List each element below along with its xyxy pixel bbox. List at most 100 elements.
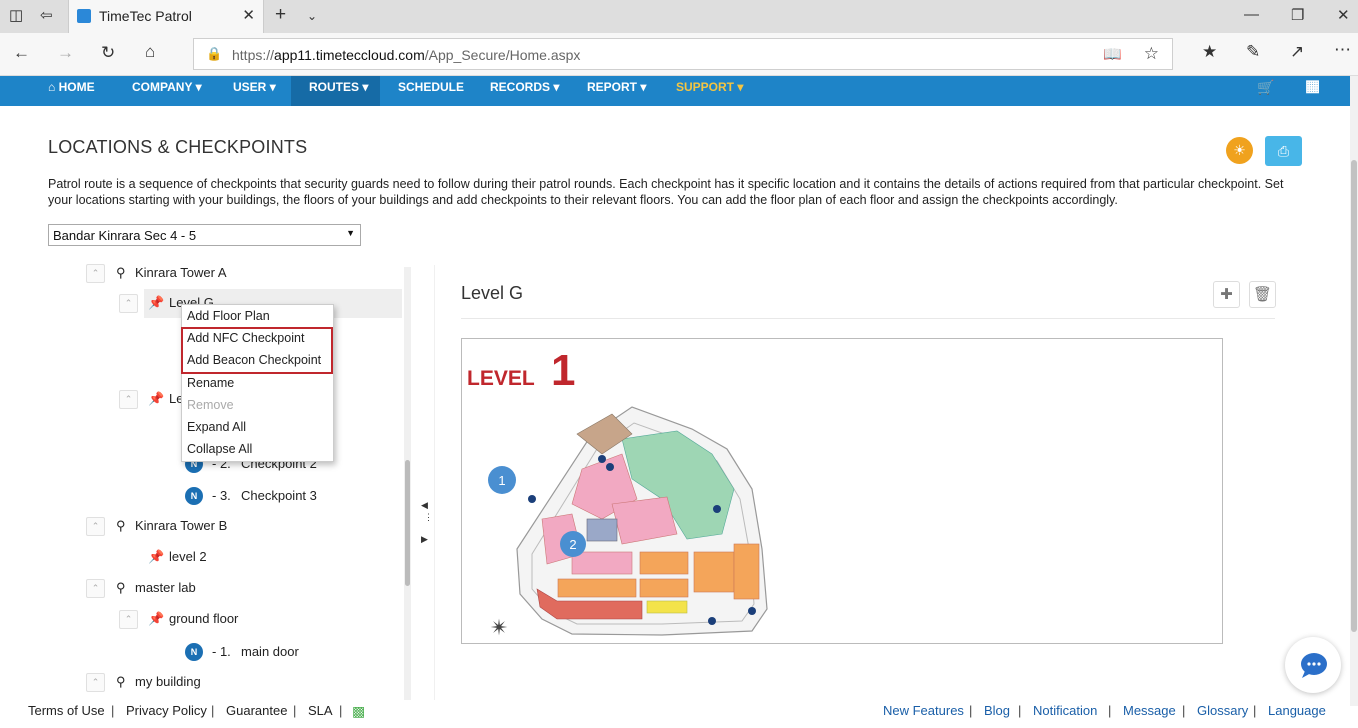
footer-link-notification[interactable]: Notification — [1033, 703, 1097, 718]
footer-separator: | — [293, 703, 297, 718]
map-pin-icon: ⚲ — [116, 518, 126, 533]
zone-orange — [557, 578, 637, 598]
pushpin-icon: 📌 — [148, 549, 165, 564]
page-scrollbar-thumb[interactable] — [1351, 160, 1357, 632]
pushpin-icon: 📌 — [148, 611, 165, 626]
tree-scrollbar[interactable] — [404, 267, 411, 703]
compass-icon: ✴ — [490, 615, 508, 640]
pen-icon[interactable]: ✎ — [1246, 42, 1260, 62]
url-host: app11.timeteccloud.com — [274, 47, 425, 63]
reading-view-icon[interactable]: 📖 — [1103, 45, 1122, 63]
restore-icon[interactable]: ❐ — [1291, 6, 1304, 24]
floor-plan-drawing: LEVEL 1 ✴ 1 2 — [467, 346, 768, 640]
address-toolbar: ← → ↻ ⌂ 🔒 https://app11.timeteccloud.com… — [0, 33, 1358, 76]
collapse-toggle-icon[interactable]: ⌃ — [119, 610, 138, 629]
page-scrollbar[interactable] — [1350, 76, 1358, 706]
delete-button[interactable]: 🗑 — [1249, 281, 1276, 308]
floor-label: LEVEL — [467, 367, 535, 390]
set-aside-tabs-icon[interactable]: ⇦ — [40, 6, 53, 24]
nav-routes[interactable]: ROUTES ▾ — [291, 76, 380, 106]
browser-tab[interactable]: TimeTec Patrol ✕ — [68, 0, 264, 33]
expand-right-icon[interactable]: ▶ — [421, 534, 428, 545]
location-select[interactable]: Bandar Kinrara Sec 4 - 5 ▼ — [48, 224, 361, 246]
zone-blue — [586, 518, 618, 542]
apps-grid-icon[interactable]: ▦ — [1305, 76, 1320, 106]
footer-link-terms[interactable]: Terms of Use — [28, 703, 105, 718]
footer-link-glossary[interactable]: Glossary — [1197, 703, 1248, 718]
drag-handle-icon[interactable]: ⋮ — [424, 513, 433, 522]
home-icon[interactable]: ⌂ — [145, 42, 155, 62]
annotation-highlight-box — [181, 327, 333, 374]
collapse-left-icon[interactable]: ◀ — [421, 500, 428, 511]
close-tab-icon[interactable]: ✕ — [242, 6, 255, 24]
nav-home[interactable]: ⌂ HOME — [48, 76, 95, 106]
footer-separator: | — [969, 703, 973, 718]
footer-separator: | — [1108, 703, 1112, 718]
chat-button[interactable] — [1285, 637, 1341, 693]
footer-link-language[interactable]: Language — [1268, 703, 1326, 718]
caret-down-icon: ▾ — [269, 80, 276, 94]
tips-lightbulb-icon[interactable]: ☀ — [1226, 137, 1253, 164]
forward-icon[interactable]: → — [57, 43, 74, 63]
menu-expand-all[interactable]: Expand All — [187, 417, 246, 437]
caret-down-icon: ▾ — [640, 80, 647, 94]
tree-scrollbar-thumb[interactable] — [405, 460, 410, 586]
caret-down-icon: ▾ — [195, 80, 202, 94]
plus-icon: ✚ — [1220, 286, 1233, 303]
collapse-toggle-icon[interactable]: ⌃ — [119, 294, 138, 313]
tab-list-chevron-icon[interactable]: ⌄ — [307, 9, 317, 23]
floor-number: 1 — [551, 346, 575, 395]
floor-plan-image[interactable]: LEVEL 1 ✴ 1 2 — [461, 338, 1223, 644]
favorite-star-icon[interactable]: ☆ — [1144, 44, 1159, 64]
page-description: Patrol route is a sequence of checkpoint… — [48, 177, 1284, 207]
refresh-icon[interactable]: ↻ — [101, 43, 115, 63]
location-select-value: Bandar Kinrara Sec 4 - 5 — [53, 228, 197, 243]
footer-link-sla[interactable]: SLA — [308, 703, 333, 718]
minimize-icon[interactable]: — — [1244, 6, 1259, 23]
collapse-toggle-icon[interactable]: ⌃ — [119, 390, 138, 409]
panel-splitter[interactable]: ◀ ⋮ ▶ — [421, 500, 433, 550]
collapse-toggle-icon[interactable]: ⌃ — [86, 264, 105, 283]
favorites-hub-icon[interactable]: ★ — [1202, 42, 1217, 62]
map-pin-icon: ⚲ — [116, 674, 126, 689]
nav-records[interactable]: RECORDS ▾ — [490, 76, 559, 106]
menu-add-floor-plan[interactable]: Add Floor Plan — [187, 306, 270, 326]
collapse-toggle-icon[interactable]: ⌃ — [86, 673, 105, 692]
print-button[interactable]: ⎙ — [1265, 136, 1302, 166]
android-icon[interactable]: ▩ — [352, 703, 365, 720]
caret-down-icon: ▾ — [362, 80, 369, 94]
nav-support[interactable]: SUPPORT ▾ — [676, 76, 743, 106]
new-tab-icon[interactable]: + — [275, 4, 286, 26]
footer-link-guarantee[interactable]: Guarantee — [226, 703, 287, 718]
footer-link-blog[interactable]: Blog — [984, 703, 1010, 718]
tab-actions-icon[interactable]: ◫ — [9, 6, 23, 24]
footer-link-privacy[interactable]: Privacy Policy — [126, 703, 207, 718]
nav-user[interactable]: USER ▾ — [233, 76, 276, 106]
footer-separator: | — [211, 703, 215, 718]
share-icon[interactable]: ↗ — [1290, 42, 1304, 62]
more-icon[interactable]: ⋯ — [1334, 40, 1351, 60]
browser-tab-bar: ◫ ⇦ TimeTec Patrol ✕ + ⌄ — ❐ ✕ — [0, 0, 1358, 33]
collapse-toggle-icon[interactable]: ⌃ — [86, 517, 105, 536]
lock-icon: 🔒 — [206, 46, 223, 61]
nav-schedule[interactable]: SCHEDULE — [398, 76, 464, 106]
back-icon[interactable]: ← — [13, 43, 30, 63]
menu-collapse-all[interactable]: Collapse All — [187, 439, 252, 459]
nfc-icon: N — [185, 487, 203, 505]
trash-icon: 🗑 — [1252, 286, 1273, 303]
pushpin-icon: 📌 — [148, 295, 165, 310]
footer-link-message[interactable]: Message — [1123, 703, 1176, 718]
window-close-icon[interactable]: ✕ — [1337, 6, 1350, 24]
pushpin-icon: 📌 — [148, 391, 165, 406]
menu-rename[interactable]: Rename — [187, 373, 234, 393]
footer-separator: | — [339, 703, 343, 718]
footer-link-new-features[interactable]: New Features — [883, 703, 964, 718]
cart-icon[interactable]: 🛒 — [1257, 76, 1274, 106]
collapse-toggle-icon[interactable]: ⌃ — [86, 579, 105, 598]
zone-orange — [733, 543, 760, 600]
url-field[interactable]: 🔒 https://app11.timeteccloud.com/App_Sec… — [193, 38, 1173, 70]
add-button[interactable]: ✚ — [1213, 281, 1240, 308]
nav-company[interactable]: COMPANY ▾ — [132, 76, 202, 106]
nav-report[interactable]: REPORT ▾ — [587, 76, 646, 106]
home-nav-icon: ⌂ — [48, 80, 56, 94]
